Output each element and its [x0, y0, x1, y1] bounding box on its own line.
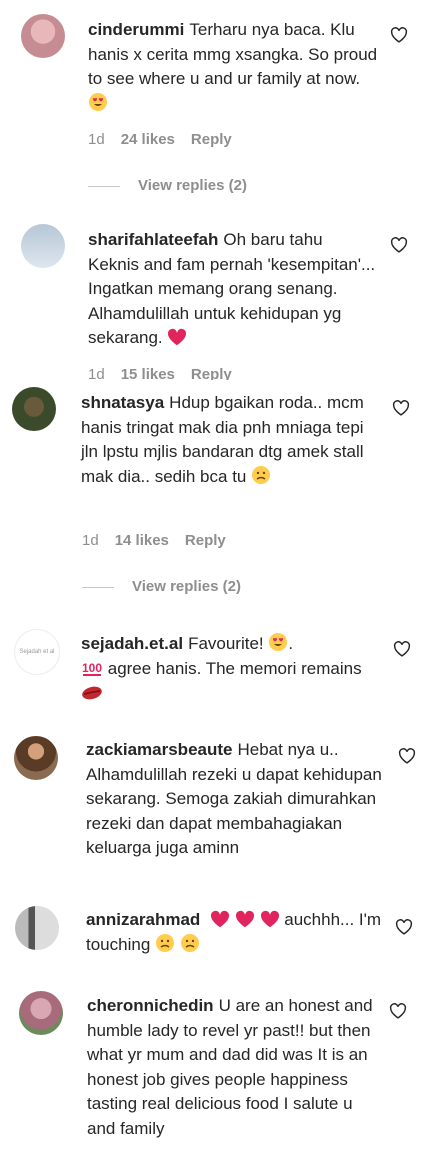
- reply-button[interactable]: Reply: [191, 366, 232, 380]
- sad-face-emoji-icon: [252, 465, 271, 484]
- comment-time: 1d: [82, 532, 99, 549]
- red-heart-emoji-icon: [168, 328, 187, 346]
- view-replies-button[interactable]: View replies (2): [82, 578, 241, 595]
- red-heart-emoji-icon: [211, 910, 230, 928]
- comment-body-2: agree hanis. The memori remains: [107, 658, 362, 678]
- hundred-points-emoji-icon: 100: [82, 661, 102, 676]
- comment-body: Favourite!: [188, 634, 264, 653]
- avatar[interactable]: [14, 736, 58, 780]
- comment-meta: 1d 15 likes Reply: [88, 366, 248, 380]
- comment-time: 1d: [88, 131, 105, 148]
- reply-button[interactable]: Reply: [185, 532, 226, 549]
- comment-likes[interactable]: 14 likes: [115, 532, 169, 549]
- sad-face-emoji-icon: [156, 933, 175, 952]
- heart-outline-icon[interactable]: [395, 919, 413, 935]
- svg-text:100: 100: [82, 661, 102, 675]
- comment-username[interactable]: shnatasya: [81, 393, 164, 412]
- avatar[interactable]: [15, 906, 59, 950]
- avatar[interactable]: [12, 387, 56, 431]
- heart-eyes-emoji-icon: [269, 633, 288, 651]
- comment-text: shnatasya Hdup bgaikan roda.. mcm hanis t…: [81, 391, 381, 489]
- view-replies-button[interactable]: View replies (2): [88, 177, 247, 194]
- heart-outline-icon[interactable]: [393, 641, 411, 657]
- comment-likes[interactable]: 15 likes: [121, 366, 175, 380]
- view-replies-label: View replies (2): [138, 177, 247, 194]
- avatar[interactable]: [19, 991, 63, 1035]
- comment-time: 1d: [88, 366, 105, 380]
- comment-username[interactable]: sharifahlateefah: [88, 230, 218, 249]
- divider: [88, 185, 120, 187]
- comment-likes[interactable]: 24 likes: [121, 131, 175, 148]
- reply-button[interactable]: Reply: [191, 131, 232, 148]
- divider: [82, 586, 114, 588]
- comment-text: cinderummi Terharu nya baca. Klu hanis x …: [88, 18, 378, 116]
- comment-username[interactable]: cinderummi: [88, 20, 184, 39]
- comment-meta: 1d 24 likes Reply: [88, 131, 248, 148]
- comment-username[interactable]: sejadah.et.al: [81, 634, 183, 653]
- comment-text: sejadah.et.al Favourite! . 100 agree hani…: [81, 632, 381, 706]
- avatar-logo-text: Sejadah et al: [19, 649, 55, 655]
- heart-outline-icon[interactable]: [390, 27, 408, 43]
- heart-outline-icon[interactable]: [389, 1003, 407, 1019]
- comment-text: cheronnichedin U are an honest and humble…: [87, 994, 379, 1141]
- comment-username[interactable]: annizarahmad: [86, 910, 200, 929]
- red-heart-emoji-icon: [260, 910, 279, 928]
- comment-text: sharifahlateefah Oh baru tahu Keknis and …: [88, 228, 378, 351]
- heart-eyes-emoji-icon: [89, 92, 107, 111]
- comment-username[interactable]: zackiamarsbeaute: [86, 740, 232, 759]
- view-replies-label: View replies (2): [132, 578, 241, 595]
- heart-outline-icon[interactable]: [398, 748, 416, 764]
- avatar[interactable]: [21, 14, 65, 58]
- avatar[interactable]: [21, 224, 65, 268]
- heart-outline-icon[interactable]: [390, 237, 408, 253]
- comment-text: annizarahmad auchhh... I'm touching: [86, 908, 386, 957]
- avatar[interactable]: Sejadah et al: [14, 629, 60, 675]
- comment-body: U are an honest and humble lady to revel…: [87, 996, 373, 1138]
- red-heart-emoji-icon: [235, 910, 254, 928]
- lips-emoji-icon: [82, 686, 102, 700]
- comment-text: zackiamarsbeaute Hebat nya u.. Alhamdulil…: [86, 738, 386, 861]
- comment-meta: 1d 14 likes Reply: [82, 532, 242, 549]
- heart-outline-icon[interactable]: [392, 400, 410, 416]
- comment-username[interactable]: cheronnichedin: [87, 996, 214, 1015]
- sad-face-emoji-icon: [180, 933, 199, 952]
